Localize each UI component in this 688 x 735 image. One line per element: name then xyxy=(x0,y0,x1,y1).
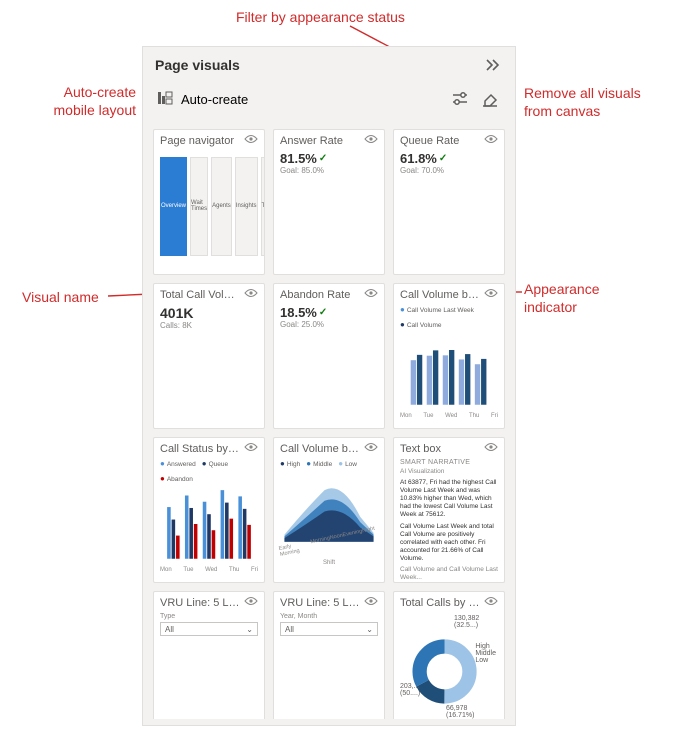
visual-body: HighMiddleLowEarly MorningMorningNoonEve… xyxy=(274,457,384,582)
appearance-indicator-icon[interactable] xyxy=(244,134,258,147)
visual-title: Total Call Volume xyxy=(160,289,240,301)
visual-card[interactable]: Total Calls by Pri... HighMiddleLow130,38… xyxy=(393,591,505,719)
visual-body: SMART NARRATIVEAI VisualizationAt 63877,… xyxy=(394,457,504,582)
visual-body: AnsweredQueueAbandonMonTueWedThuFri xyxy=(154,457,264,582)
auto-create-label: Auto-create xyxy=(181,92,248,107)
visual-title: Call Status by W... xyxy=(160,443,240,455)
visual-title: Page navigator xyxy=(160,135,234,147)
annotation-filter: Filter by appearance status xyxy=(236,8,405,26)
panel-toolbar: Auto-create xyxy=(143,79,515,123)
visual-body: TypeAll⌄ xyxy=(154,611,264,719)
page-visuals-panel: Page visuals Auto-create Page navigator O… xyxy=(142,46,516,726)
annotation-appearance-indicator: Appearance indicator xyxy=(524,280,600,316)
appearance-indicator-icon[interactable] xyxy=(244,442,258,455)
visual-title: VRU Line: 5 Line... xyxy=(280,597,360,609)
visuals-grid: Page navigator OverviewWait TimesAgentsIn… xyxy=(153,129,505,719)
visual-card[interactable]: Total Call Volume 401KCalls: 8K xyxy=(153,283,265,429)
page-navigator-tab[interactable]: Insights xyxy=(235,157,258,256)
visual-body: Year, MonthAll⌄ xyxy=(274,611,384,719)
page-navigator-tab[interactable]: Trends xyxy=(261,157,265,256)
visual-title: Answer Rate xyxy=(280,135,343,147)
column-chart xyxy=(400,329,498,411)
annotation-remove: Remove all visuals from canvas xyxy=(524,84,641,120)
appearance-indicator-icon[interactable] xyxy=(244,288,258,301)
appearance-indicator-icon[interactable] xyxy=(484,596,498,609)
visual-card[interactable]: Queue Rate 61.8%✓Goal: 70.0% xyxy=(393,129,505,275)
visual-title: Abandon Rate xyxy=(280,289,350,301)
chevron-down-icon: ⌄ xyxy=(246,625,253,634)
check-icon: ✓ xyxy=(319,307,327,318)
annotation-autocreate: Auto-create mobile layout xyxy=(14,83,136,119)
visual-title: VRU Line: 5 Line... xyxy=(160,597,240,609)
visual-card[interactable]: VRU Line: 5 Line... Year, MonthAll⌄ xyxy=(273,591,385,719)
visual-title: Queue Rate xyxy=(400,135,459,147)
visual-card[interactable]: Abandon Rate 18.5%✓Goal: 25.0% xyxy=(273,283,385,429)
visual-card[interactable]: Call Volume by S... HighMiddleLowEarly Mo… xyxy=(273,437,385,583)
appearance-indicator-icon[interactable] xyxy=(484,134,498,147)
appearance-indicator-icon[interactable] xyxy=(364,288,378,301)
collapse-panel-icon[interactable] xyxy=(485,58,503,72)
visual-body: Call Volume Last WeekCall VolumeMonTueWe… xyxy=(394,303,504,428)
check-icon: ✓ xyxy=(319,153,327,164)
appearance-indicator-icon[interactable] xyxy=(484,442,498,455)
appearance-indicator-icon[interactable] xyxy=(364,134,378,147)
auto-create-icon xyxy=(157,90,173,109)
visual-title: Total Calls by Pri... xyxy=(400,597,480,609)
filter-appearance-button[interactable] xyxy=(445,85,475,113)
visual-title: Call Volume by S... xyxy=(280,443,360,455)
visual-card[interactable]: Call Volume by ... Call Volume Last WeekC… xyxy=(393,283,505,429)
appearance-indicator-icon[interactable] xyxy=(364,442,378,455)
appearance-indicator-icon[interactable] xyxy=(364,596,378,609)
clustered-column-chart xyxy=(160,483,258,565)
visual-card[interactable]: Page navigator OverviewWait TimesAgentsIn… xyxy=(153,129,265,275)
page-navigator-tab[interactable]: Overview xyxy=(160,157,187,256)
chevron-down-icon: ⌄ xyxy=(366,625,373,634)
remove-all-visuals-button[interactable] xyxy=(475,85,505,113)
visual-title: Call Volume by ... xyxy=(400,289,480,301)
slicer-dropdown[interactable]: All⌄ xyxy=(280,622,378,636)
visual-card[interactable]: Call Status by W... AnsweredQueueAbandonM… xyxy=(153,437,265,583)
visual-body: 18.5%✓Goal: 25.0% xyxy=(274,303,384,428)
appearance-indicator-icon[interactable] xyxy=(484,288,498,301)
page-navigator-tab[interactable]: Agents xyxy=(211,157,232,256)
visual-body: 61.8%✓Goal: 70.0% xyxy=(394,149,504,274)
visual-body: 401KCalls: 8K xyxy=(154,303,264,428)
slicer-dropdown[interactable]: All⌄ xyxy=(160,622,258,636)
appearance-indicator-icon[interactable] xyxy=(244,596,258,609)
check-icon: ✓ xyxy=(439,153,447,164)
donut-chart xyxy=(400,613,498,719)
visual-title: Text box xyxy=(400,443,441,455)
page-navigator-tab[interactable]: Wait Times xyxy=(190,157,208,256)
auto-create-button[interactable]: Auto-create xyxy=(153,86,252,113)
panel-title: Page visuals xyxy=(155,57,240,73)
visual-body: OverviewWait TimesAgentsInsightsTrends xyxy=(154,149,264,274)
annotation-visual-name: Visual name xyxy=(22,288,99,306)
visual-card[interactable]: Text box SMART NARRATIVEAI VisualizationA… xyxy=(393,437,505,583)
visual-card[interactable]: Answer Rate 81.5%✓Goal: 85.0% xyxy=(273,129,385,275)
visual-body: 81.5%✓Goal: 85.0% xyxy=(274,149,384,274)
visual-card[interactable]: VRU Line: 5 Line... TypeAll⌄ xyxy=(153,591,265,719)
visual-body: HighMiddleLow130,382 (32.5...)203,... (5… xyxy=(394,611,504,719)
